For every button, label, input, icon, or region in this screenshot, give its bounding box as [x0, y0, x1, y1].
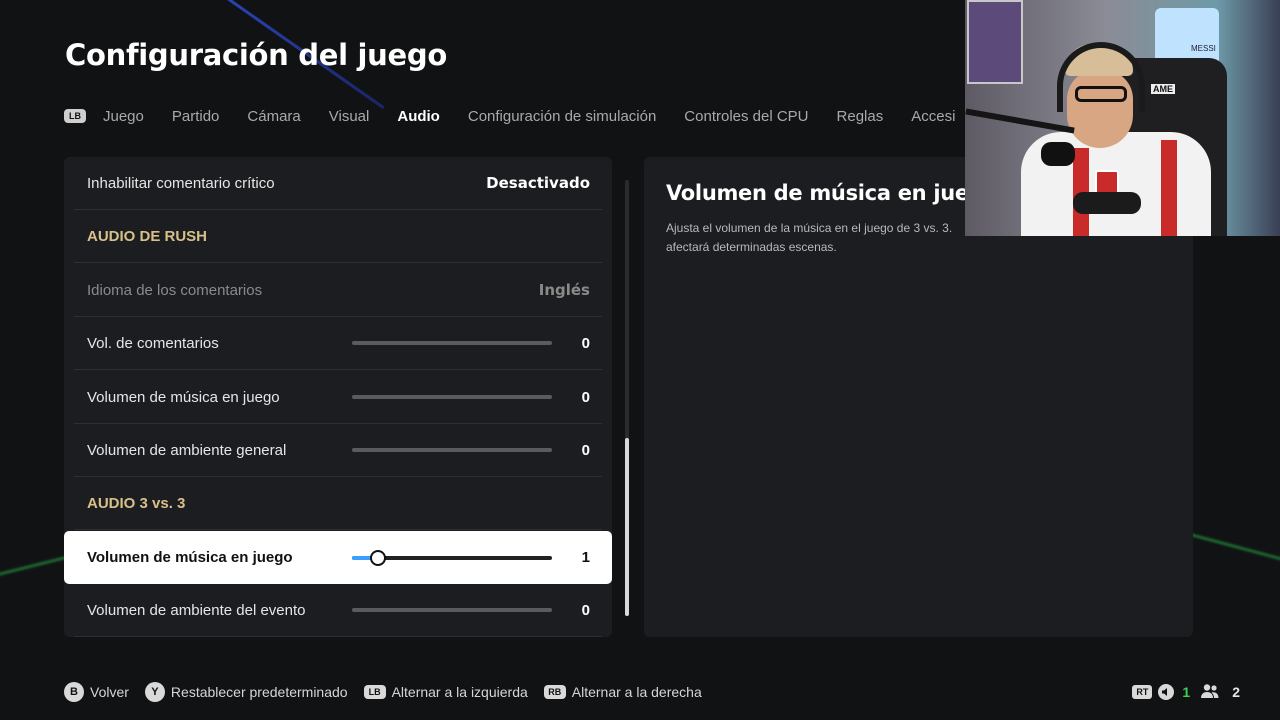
setting-row-ambiente-general[interactable]: Volumen de ambiente general 0 — [74, 424, 602, 477]
players-icon — [1200, 683, 1232, 702]
setting-label: Volumen de ambiente del evento — [87, 601, 306, 619]
setting-label: Volumen de música en juego — [87, 549, 293, 566]
setting-row-musica-rush[interactable]: Volumen de música en juego 0 — [74, 371, 602, 424]
volume-slider[interactable] — [352, 608, 552, 612]
players-count: 2 — [1232, 684, 1240, 700]
voice-count: 1 — [1182, 684, 1191, 700]
section-header-audio-3vs3: AUDIO 3 vs. 3 — [74, 477, 602, 530]
slider-thumb[interactable] — [370, 549, 386, 566]
section-header-label: AUDIO DE RUSH — [87, 227, 208, 245]
section-header-label: AUDIO 3 vs. 3 — [87, 494, 186, 512]
gamepad-icon — [1073, 192, 1141, 214]
webcam-overlay: MESSI AME — [965, 0, 1280, 236]
footer-reset[interactable]: Y Restablecer predeterminado — [144, 682, 348, 702]
status-bar: RT 1 2 — [1132, 682, 1240, 702]
slider-value: 0 — [581, 601, 590, 619]
setting-label: Volumen de ambiente general — [87, 441, 287, 459]
slider-value: 0 — [581, 334, 590, 352]
description-title: Volumen de música en juego — [666, 181, 998, 205]
tab-audio[interactable]: Audio — [397, 108, 440, 125]
setting-label: Vol. de comentarios — [87, 334, 219, 352]
page-title: Configuración del juego — [65, 38, 447, 72]
description-text: Ajusta el volumen de la música en el jue… — [666, 219, 966, 257]
tab-accesibilidad[interactable]: Accesi — [911, 108, 955, 125]
footer-label: Alternar a la derecha — [571, 684, 702, 700]
slider-value: 0 — [581, 388, 590, 406]
settings-list: Inhabilitar comentario crítico Desactiva… — [64, 157, 612, 637]
section-header-audio-rush: AUDIO DE RUSH — [74, 210, 602, 263]
lb-button-icon: LB — [363, 685, 386, 699]
setting-value: Inglés — [538, 281, 590, 299]
footer-back[interactable]: B Volver — [64, 682, 129, 702]
microphone-icon — [1041, 142, 1075, 166]
slider-value: 0 — [581, 441, 590, 459]
tab-partido[interactable]: Partido — [172, 108, 220, 125]
volume-slider[interactable] — [352, 448, 552, 452]
glasses-icon — [1075, 86, 1127, 102]
wall-jersey-text: MESSI — [1191, 44, 1216, 53]
tab-configuracion-simulacion[interactable]: Configuración de simulación — [468, 108, 656, 125]
tab-bar: LB Juego Partido Cámara Visual Audio Con… — [64, 104, 983, 128]
lb-bumper-icon[interactable]: LB — [64, 109, 86, 123]
slider-value: 1 — [581, 549, 590, 566]
rb-button-icon: RB — [543, 685, 566, 699]
b-button-icon: B — [64, 682, 84, 702]
setting-label: Idioma de los comentarios — [87, 281, 263, 299]
setting-label: Volumen de música en juego — [87, 388, 280, 406]
chair-logo-text: AME — [1151, 84, 1175, 94]
setting-row-ambiente-evento[interactable]: Volumen de ambiente del evento 0 — [74, 584, 602, 637]
setting-value: Desactivado — [486, 174, 590, 192]
speaker-icon — [1158, 684, 1175, 700]
footer-toggle-left[interactable]: LB Alternar a la izquierda — [363, 684, 528, 700]
footer-label: Volver — [90, 684, 129, 700]
volume-slider[interactable] — [352, 549, 552, 566]
setting-row-inhabilitar-comentario[interactable]: Inhabilitar comentario crítico Desactiva… — [74, 157, 602, 210]
footer-hints: B Volver Y Restablecer predeterminado LB… — [64, 682, 718, 702]
setting-row-musica-3vs3-selected[interactable]: Volumen de música en juego 1 — [64, 531, 612, 584]
settings-scrollbar[interactable] — [625, 180, 629, 616]
volume-slider[interactable] — [352, 395, 552, 399]
tab-controles-cpu[interactable]: Controles del CPU — [684, 108, 808, 125]
tab-juego[interactable]: Juego — [103, 108, 144, 125]
jersey-stripe — [1161, 140, 1177, 236]
description-line-2: afectará determinadas escenas. — [666, 240, 837, 254]
description-line-1: Ajusta el volumen de la música en el jue… — [666, 221, 953, 235]
setting-label: Inhabilitar comentario crítico — [87, 174, 275, 192]
setting-row-idioma-comentarios: Idioma de los comentarios Inglés — [74, 264, 602, 317]
scrollbar-thumb[interactable] — [625, 438, 629, 616]
setting-row-vol-comentarios[interactable]: Vol. de comentarios 0 — [74, 317, 602, 370]
tab-camara[interactable]: Cámara — [247, 108, 300, 125]
footer-toggle-right[interactable]: RB Alternar a la derecha — [543, 684, 702, 700]
tab-reglas[interactable]: Reglas — [837, 108, 884, 125]
y-button-icon: Y — [144, 682, 165, 702]
footer-label: Alternar a la izquierda — [391, 684, 528, 700]
wall-poster — [967, 0, 1023, 84]
footer-label: Restablecer predeterminado — [170, 684, 348, 700]
volume-slider[interactable] — [352, 341, 552, 345]
rt-button-icon: RT — [1132, 685, 1153, 699]
tab-visual[interactable]: Visual — [329, 108, 370, 125]
background-green-streak-right — [1181, 530, 1280, 563]
